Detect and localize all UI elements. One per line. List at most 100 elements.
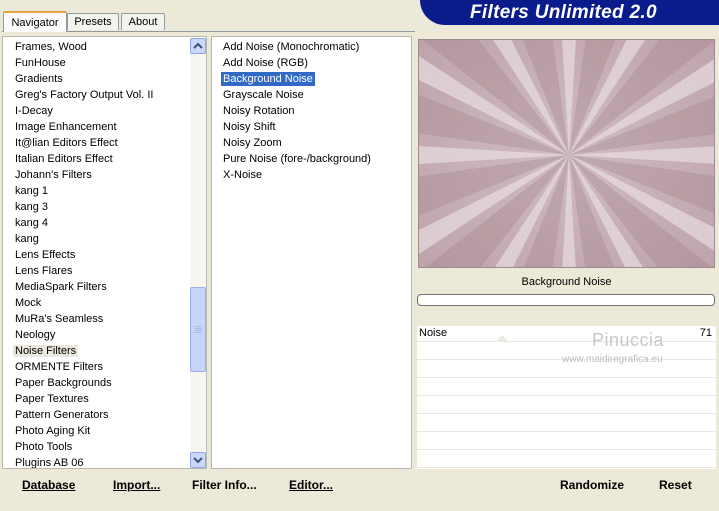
filter-item[interactable]: Background Noise (212, 71, 411, 87)
category-item[interactable]: I-Decay (3, 103, 189, 119)
app-title: Filters Unlimited 2.0 (470, 2, 657, 23)
scroll-down-button[interactable] (190, 452, 206, 468)
filter-item[interactable]: Grayscale Noise (212, 87, 411, 103)
category-label: Paper Backgrounds (15, 377, 112, 389)
category-item[interactable]: Lens Flares (3, 263, 189, 279)
filter-label: Noisy Zoom (223, 137, 282, 149)
filter-info-label: Filter Info... (192, 478, 257, 492)
database-button[interactable]: Database (22, 478, 75, 493)
import-label: Import... (113, 478, 161, 492)
filter-item[interactable]: Add Noise (Monochromatic) (212, 39, 411, 55)
filter-label: Noisy Rotation (223, 105, 295, 117)
category-item[interactable]: Johann's Filters (3, 167, 189, 183)
grip-line (195, 326, 202, 327)
category-item[interactable]: MediaSpark Filters (3, 279, 189, 295)
filter-label: X-Noise (223, 169, 263, 181)
param-row-empty (417, 416, 716, 432)
import-button[interactable]: Import... (113, 478, 160, 493)
filter-item[interactable]: X-Noise (212, 167, 411, 183)
category-label: Noise Filters (13, 345, 79, 357)
category-item[interactable]: kang (3, 231, 189, 247)
category-item[interactable]: It@lian Editors Effect (3, 135, 189, 151)
category-item[interactable]: Photo Aging Kit (3, 423, 189, 439)
database-label: Database (22, 478, 76, 492)
grip-line (195, 332, 202, 333)
chevron-down-icon (193, 457, 203, 464)
category-item[interactable]: kang 3 (3, 199, 189, 215)
tab-presets[interactable]: Presets (67, 13, 119, 30)
chevron-up-icon (193, 42, 203, 49)
scroll-up-button[interactable] (190, 38, 206, 54)
reset-button[interactable]: Reset (659, 478, 692, 493)
category-item[interactable]: kang 1 (3, 183, 189, 199)
category-item[interactable]: Paper Textures (3, 391, 189, 407)
category-label: Paper Textures (15, 393, 89, 405)
category-label: Mock (15, 297, 42, 309)
watermark-name: Pinuccia (592, 330, 665, 350)
param-row-empty (417, 452, 716, 468)
filter-label: Background Noise (221, 72, 315, 86)
category-label: MuRa's Seamless (15, 313, 104, 325)
category-label: I-Decay (15, 105, 53, 117)
category-item[interactable]: Italian Editors Effect (3, 151, 189, 167)
category-label: Frames, Wood (15, 41, 87, 53)
category-label: Image Enhancement (15, 121, 117, 133)
preview-caption: Background Noise (521, 276, 612, 288)
param-row-empty (417, 398, 716, 414)
category-item[interactable]: Image Enhancement (3, 119, 189, 135)
editor-button[interactable]: Editor... (289, 478, 333, 493)
preview-image (418, 39, 715, 268)
filter-item[interactable]: Pure Noise (fore-/background) (212, 151, 411, 167)
randomize-button[interactable]: Randomize (560, 478, 624, 493)
grip-line (195, 328, 202, 329)
grip-line (195, 330, 202, 331)
category-item[interactable]: ORMENTE Filters (3, 359, 189, 375)
category-item[interactable]: kang 4 (3, 215, 189, 231)
filter-item[interactable]: Noisy Shift (212, 119, 411, 135)
category-item[interactable]: Frames, Wood (3, 39, 189, 55)
scroll-thumb[interactable] (190, 287, 206, 372)
radial-preview-graphic (419, 40, 714, 267)
category-label: FunHouse (15, 57, 66, 69)
watermark-site: www.maidiregrafica.eu (562, 354, 663, 365)
category-item[interactable]: Pattern Generators (3, 407, 189, 423)
category-item[interactable]: Neology (3, 327, 189, 343)
category-item[interactable]: Mock (3, 295, 189, 311)
category-label: Lens Effects (15, 249, 76, 261)
filter-list[interactable]: Add Noise (Monochromatic) Add Noise (RGB)… (211, 36, 412, 469)
category-label: kang (15, 233, 39, 245)
category-item[interactable]: Paper Backgrounds (3, 375, 189, 391)
category-scrollbar[interactable] (190, 38, 206, 468)
category-item[interactable]: MuRa's Seamless (3, 311, 189, 327)
param-row-noise[interactable]: Noise 71 (417, 326, 716, 342)
progress-bar (417, 294, 715, 306)
category-item[interactable]: Lens Effects (3, 247, 189, 263)
filter-item[interactable]: Add Noise (RGB) (212, 55, 411, 71)
category-label: kang 1 (15, 185, 49, 197)
filter-item[interactable]: Noisy Rotation (212, 103, 411, 119)
randomize-label: Randomize (560, 478, 625, 492)
category-item[interactable]: Greg's Factory Output Vol. II (3, 87, 189, 103)
filter-label: Grayscale Noise (223, 89, 304, 101)
category-list[interactable]: Frames, Wood FunHouse Gradients Greg's Fact… (2, 36, 207, 469)
category-item[interactable]: FunHouse (3, 55, 189, 71)
filter-label: Add Noise (RGB) (223, 57, 308, 69)
parameter-panel: Noise 71 (417, 326, 716, 469)
category-label: Greg's Factory Output Vol. II (15, 89, 154, 101)
category-label: Lens Flares (15, 265, 73, 277)
tab-navigator[interactable]: Navigator (3, 11, 67, 32)
param-value: 71 (699, 327, 712, 339)
category-item[interactable]: Noise Filters (3, 343, 189, 359)
filter-item[interactable]: Noisy Zoom (212, 135, 411, 151)
filter-label: Noisy Shift (223, 121, 276, 133)
category-item[interactable]: Gradients (3, 71, 189, 87)
category-label: Photo Aging Kit (15, 425, 91, 437)
tab-about[interactable]: About (121, 13, 165, 30)
slider-thumb-icon[interactable] (495, 335, 509, 342)
filter-info-button[interactable]: Filter Info... (192, 478, 257, 493)
category-item[interactable]: Photo Tools (3, 439, 189, 455)
category-label: Italian Editors Effect (15, 153, 113, 165)
filter-label: Add Noise (Monochromatic) (223, 41, 360, 53)
filter-items: Add Noise (Monochromatic) Add Noise (RGB)… (212, 39, 411, 183)
category-item[interactable]: Plugins AB 06 (3, 455, 189, 468)
